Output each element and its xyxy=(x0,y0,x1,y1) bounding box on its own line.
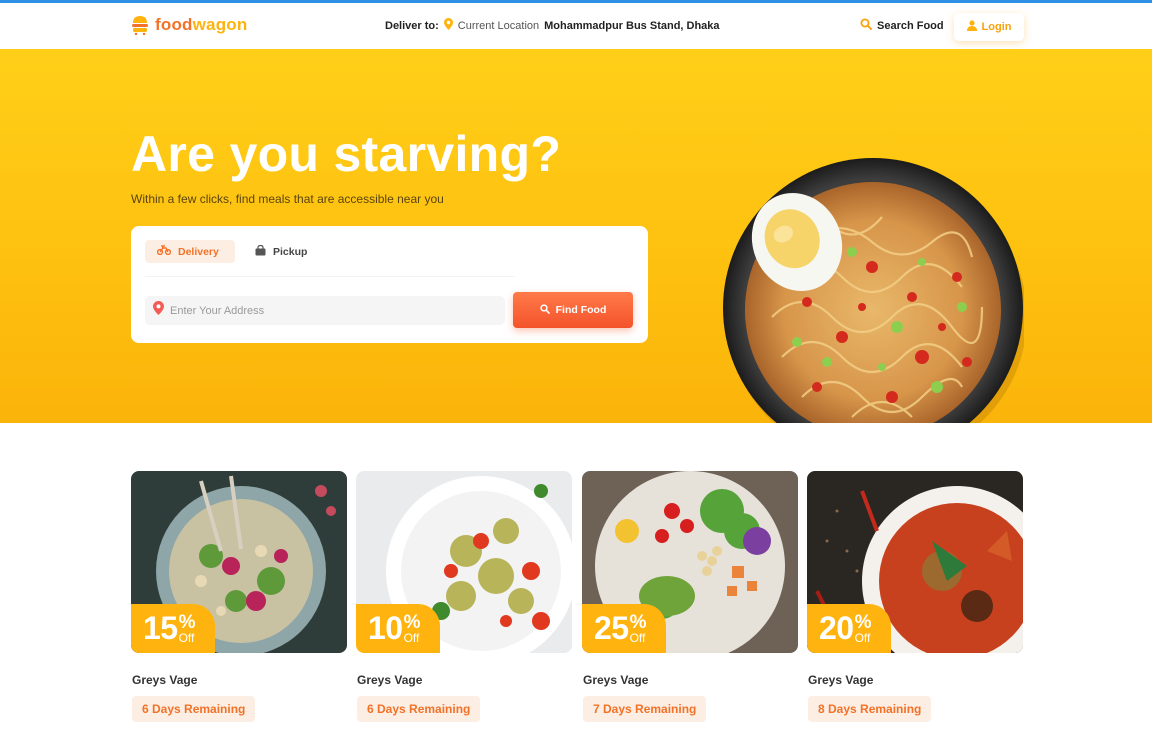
off-label: Off xyxy=(629,631,646,645)
discount-percent: 15 xyxy=(143,610,178,646)
days-remaining-badge: 6 Days Remaining xyxy=(357,696,481,722)
deliver-to[interactable]: Deliver to: Current Location Mohammadpur… xyxy=(385,18,720,33)
logo-text-food: food xyxy=(155,15,193,34)
deal-image: 10 % Off xyxy=(356,471,572,653)
location-pin-icon xyxy=(443,18,453,33)
hero-subtitle: Within a few clicks, find meals that are… xyxy=(131,192,444,206)
search-icon xyxy=(860,18,872,33)
navbar: foodwagon Deliver to: Current Location M… xyxy=(0,3,1152,49)
days-remaining-badge: 7 Days Remaining xyxy=(583,696,707,722)
burger-icon xyxy=(131,15,149,36)
logo-text: foodwagon xyxy=(155,15,247,35)
days-remaining-badge: 6 Days Remaining xyxy=(132,696,256,722)
address-field[interactable] xyxy=(145,296,505,325)
find-food-button[interactable]: Find Food xyxy=(513,292,633,328)
noodle-bowl-image xyxy=(722,157,1027,423)
deal-image: 15 % Off xyxy=(131,471,347,653)
login-label: Login xyxy=(981,21,1012,33)
discount-percent: 10 xyxy=(368,610,403,646)
discount-badge: 20 % Off xyxy=(807,604,891,653)
tab-delivery-label: Delivery xyxy=(178,245,219,258)
discount-badge: 15 % Off xyxy=(131,604,215,653)
hero-section: Are you starving? Within a few clicks, f… xyxy=(0,49,1152,423)
deal-image: 20 % Off xyxy=(807,471,1023,653)
tab-delivery[interactable]: Delivery xyxy=(145,240,235,263)
logo-text-wagon: wagon xyxy=(192,15,248,34)
user-icon xyxy=(966,20,977,34)
deal-image: 25 % Off xyxy=(582,471,798,653)
shopping-bag-icon xyxy=(255,244,266,259)
card-divider xyxy=(145,276,515,277)
days-remaining-badge: 8 Days Remaining xyxy=(808,696,932,722)
location-value: Mohammadpur Bus Stand, Dhaka xyxy=(544,19,720,32)
motorbike-icon xyxy=(156,245,172,258)
discount-percent: 25 xyxy=(594,610,629,646)
address-input[interactable] xyxy=(170,304,490,317)
deal-name: Greys Vage xyxy=(808,673,874,687)
deal-name: Greys Vage xyxy=(357,673,423,687)
tab-pickup-label: Pickup xyxy=(273,245,308,258)
deals-section: 15 % Off Greys Vage 6 Days Remaining 10 %… xyxy=(131,471,1024,731)
discount-badge: 10 % Off xyxy=(356,604,440,653)
location-pin-icon xyxy=(153,301,164,320)
discount-badge: 25 % Off xyxy=(582,604,666,653)
deal-name: Greys Vage xyxy=(132,673,198,687)
off-label: Off xyxy=(854,631,871,645)
login-button[interactable]: Login xyxy=(954,13,1024,41)
find-food-label: Find Food xyxy=(555,304,607,316)
percent-sign: % xyxy=(178,612,196,633)
search-food-label: Search Food xyxy=(877,19,944,32)
tab-pickup[interactable]: Pickup xyxy=(243,240,319,263)
current-location-label: Current Location xyxy=(457,19,540,32)
order-card: Delivery Pickup Find Food xyxy=(131,226,648,343)
logo[interactable]: foodwagon xyxy=(131,15,247,36)
deliver-to-label: Deliver to: xyxy=(385,19,439,32)
hero-title: Are you starving? xyxy=(131,126,562,182)
discount-percent: 20 xyxy=(819,610,854,646)
search-food-link[interactable]: Search Food xyxy=(860,18,944,33)
percent-sign: % xyxy=(403,612,421,633)
search-icon xyxy=(539,303,550,317)
deal-name: Greys Vage xyxy=(583,673,649,687)
off-label: Off xyxy=(403,631,420,645)
off-label: Off xyxy=(178,631,195,645)
percent-sign: % xyxy=(854,612,872,633)
percent-sign: % xyxy=(629,612,647,633)
